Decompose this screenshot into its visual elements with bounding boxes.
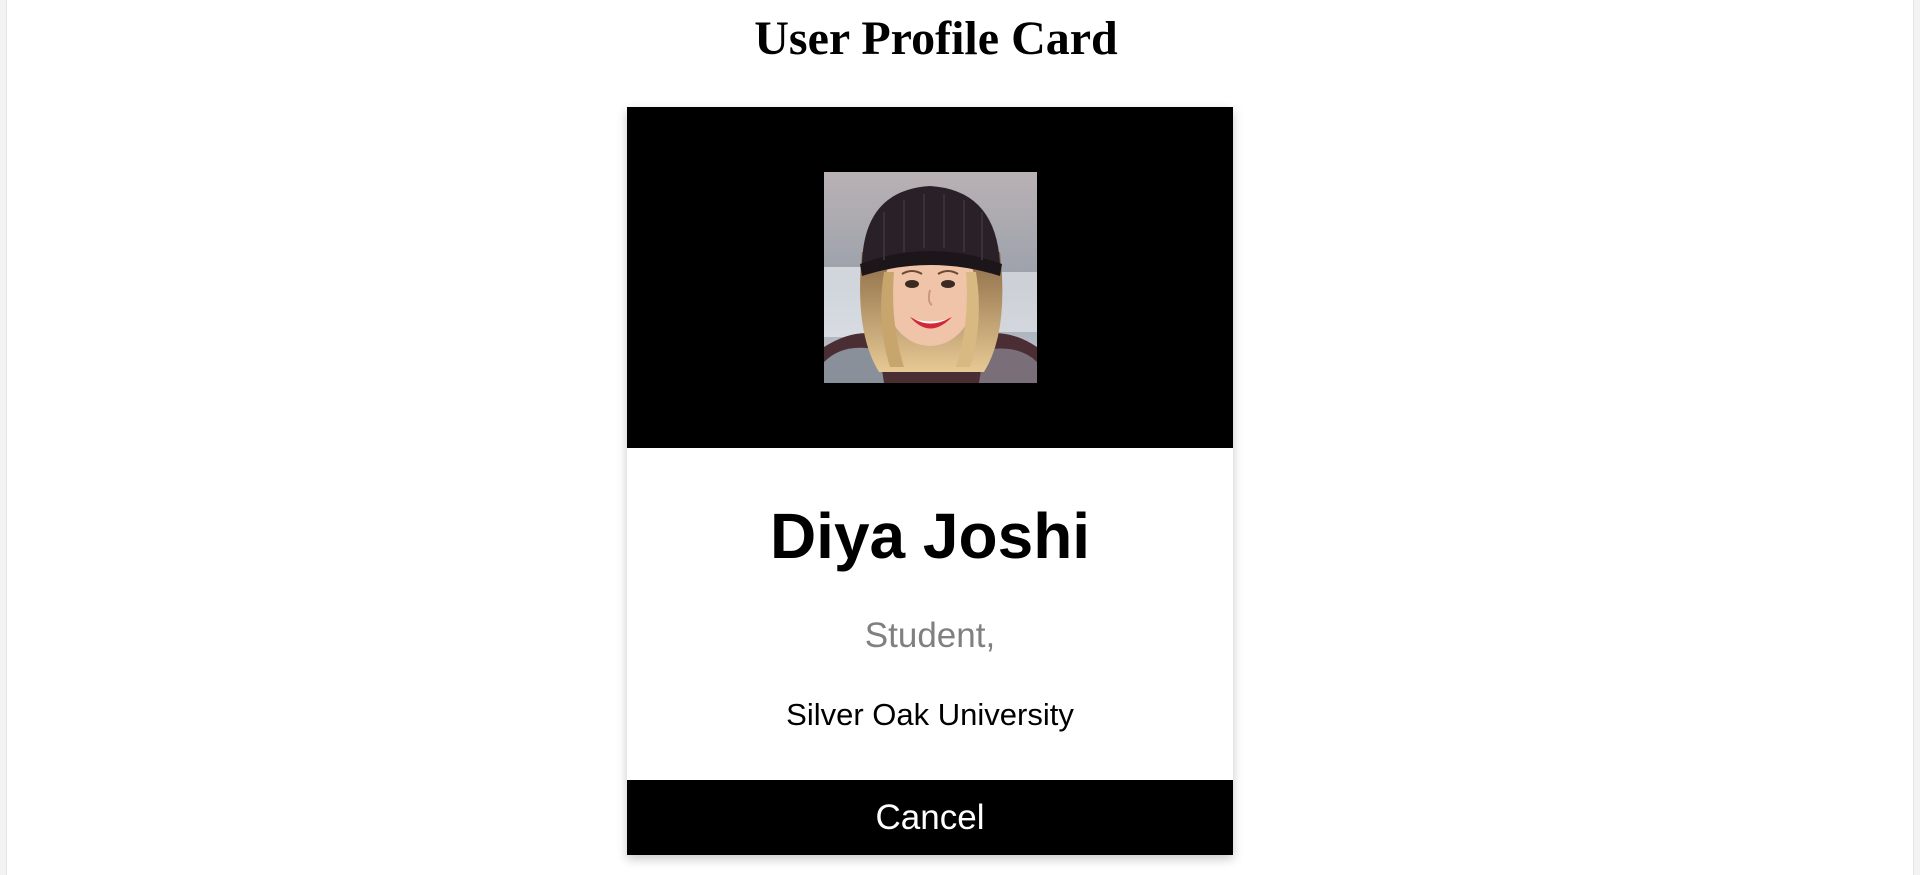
page-title: User Profile Card [754, 12, 1118, 65]
profile-role: Student, [864, 616, 996, 655]
profile-photo [824, 172, 1037, 383]
profile-card: Diya Joshi Student, Silver Oak Universit… [627, 107, 1233, 855]
page-container: User Profile Card Diya Joshi Student, Si… [6, 0, 1914, 875]
profile-name: Diya Joshi [769, 500, 1091, 572]
cancel-button[interactable]: Cancel [627, 780, 1233, 855]
profile-organization: Silver Oak University [786, 697, 1074, 732]
card-header [627, 107, 1233, 448]
